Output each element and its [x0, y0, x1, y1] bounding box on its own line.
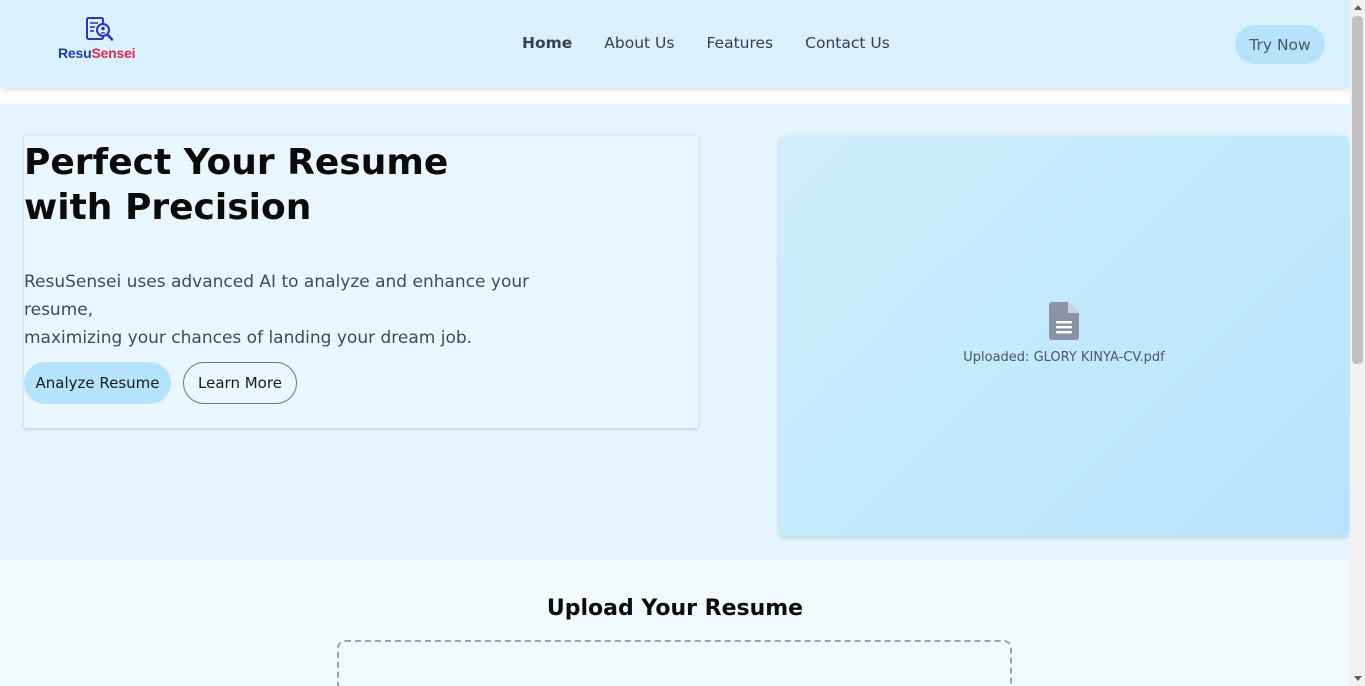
logo[interactable]: ResuSensei — [58, 16, 144, 64]
hero-title-line1: Perfect Your Resume — [24, 142, 449, 183]
nav-home[interactable]: Home — [522, 34, 572, 56]
analyze-resume-button[interactable]: Analyze Resume — [24, 362, 171, 404]
hero-title-line2: with Precision — [24, 187, 312, 228]
logo-text: ResuSensei — [58, 45, 144, 61]
scrollbar-thumb[interactable] — [1352, 16, 1363, 364]
main-nav: Home About Us Features Contact Us — [522, 34, 890, 56]
nav-about-us[interactable]: About Us — [604, 34, 674, 56]
learn-more-button[interactable]: Learn More — [183, 362, 297, 404]
scroll-down-arrow-icon[interactable] — [1354, 676, 1362, 681]
vertical-scrollbar[interactable] — [1350, 0, 1365, 686]
resume-preview-panel: Uploaded: GLORY KINYA-CV.pdf — [779, 136, 1349, 536]
hero-section: Perfect Your Resume with Precision ResuS… — [0, 104, 1350, 560]
nav-contact-us[interactable]: Contact Us — [805, 34, 890, 56]
hero-description-line1: ResuSensei uses advanced AI to analyze a… — [24, 272, 530, 320]
upload-title: Upload Your Resume — [546, 596, 804, 621]
hero-card: Perfect Your Resume with Precision ResuS… — [24, 136, 698, 428]
scroll-up-arrow-icon[interactable] — [1354, 5, 1362, 10]
hero-description: ResuSensei uses advanced AI to analyze a… — [24, 268, 584, 352]
logo-text-part1: Resu — [58, 45, 92, 61]
logo-text-part2: Sensei — [91, 45, 136, 61]
upload-dropzone[interactable] — [337, 640, 1012, 686]
hero-description-line2: maximizing your chances of landing your … — [24, 328, 473, 348]
page: ResuSensei Home About Us Features Contac… — [0, 0, 1350, 686]
try-now-button[interactable]: Try Now — [1235, 25, 1325, 64]
file-text-icon — [1049, 302, 1079, 340]
hero-title: Perfect Your Resume with Precision — [24, 140, 524, 230]
nav-features[interactable]: Features — [706, 34, 773, 56]
upload-section: Upload Your Resume — [0, 560, 1350, 686]
resume-search-icon — [86, 17, 114, 41]
uploaded-file-label: Uploaded: GLORY KINYA-CV.pdf — [963, 350, 1165, 365]
site-header: ResuSensei Home About Us Features Contac… — [0, 0, 1350, 88]
